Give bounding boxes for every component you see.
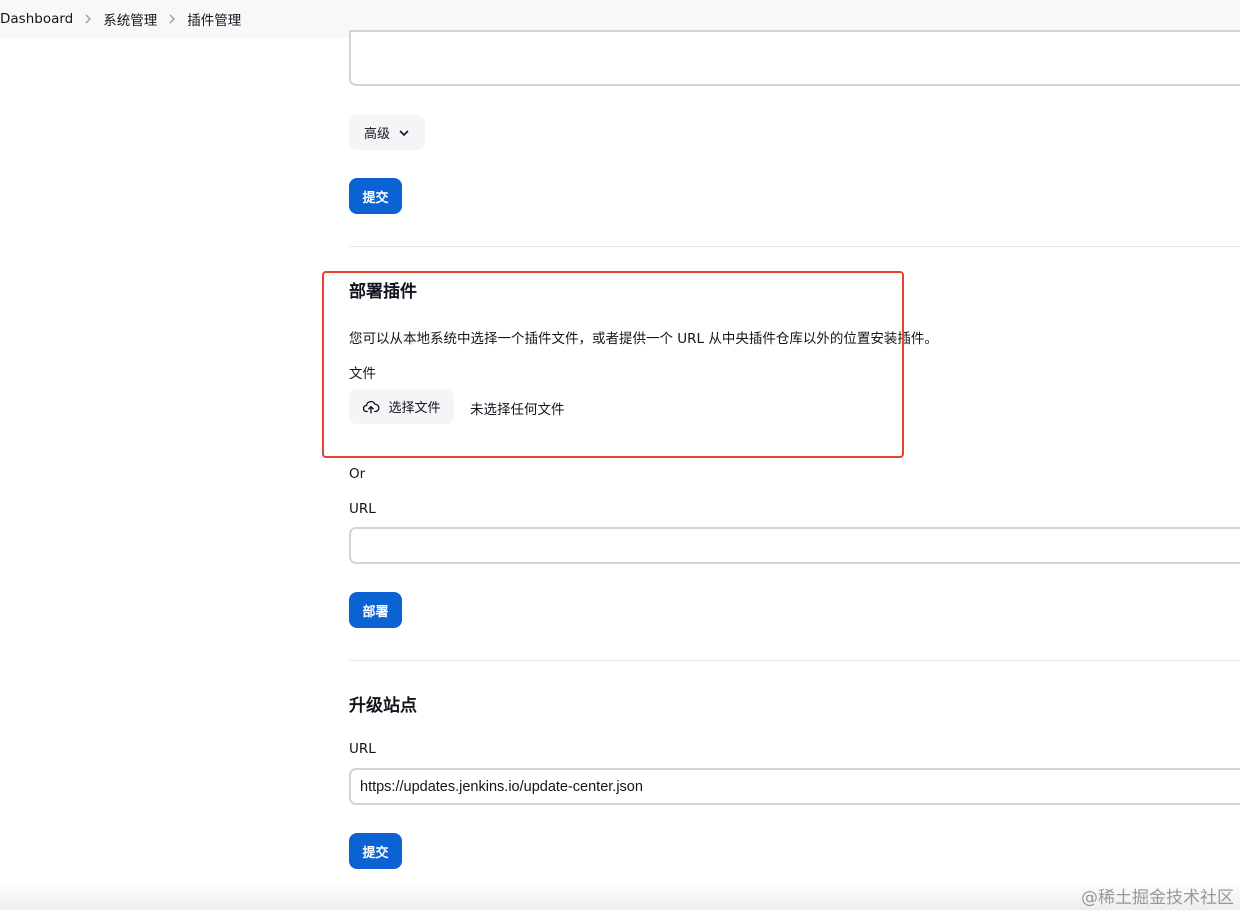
watermark: @稀土掘金技术社区 bbox=[1081, 888, 1234, 908]
advanced-label: 高级 bbox=[363, 127, 390, 142]
chevron-right-icon bbox=[157, 14, 187, 24]
annotation-highlight-box bbox=[322, 271, 904, 458]
or-label: Or bbox=[349, 466, 366, 482]
bottom-fade bbox=[0, 880, 1240, 910]
deploy-button[interactable]: 部署 bbox=[349, 592, 402, 628]
breadcrumb-plugin-management[interactable]: 插件管理 bbox=[187, 9, 241, 29]
advanced-submit-button[interactable]: 提交 bbox=[349, 178, 402, 214]
breadcrumb-system-management[interactable]: 系统管理 bbox=[103, 9, 157, 29]
breadcrumb-dashboard[interactable]: Dashboard bbox=[0, 11, 73, 27]
update-site-url-input[interactable] bbox=[349, 768, 1240, 805]
proxy-textarea[interactable] bbox=[349, 30, 1240, 86]
update-site-url-label: URL bbox=[349, 741, 376, 757]
update-site-submit-button[interactable]: 提交 bbox=[349, 833, 402, 869]
advanced-toggle-button[interactable]: 高级 bbox=[349, 115, 425, 150]
chevron-down-icon bbox=[399, 129, 409, 136]
chevron-right-icon bbox=[73, 14, 103, 24]
section-divider bbox=[349, 246, 1240, 247]
update-site-title: 升级站点 bbox=[349, 696, 417, 716]
section-divider bbox=[349, 660, 1240, 661]
url-label: URL bbox=[349, 501, 376, 517]
plugin-url-input[interactable] bbox=[349, 527, 1240, 564]
